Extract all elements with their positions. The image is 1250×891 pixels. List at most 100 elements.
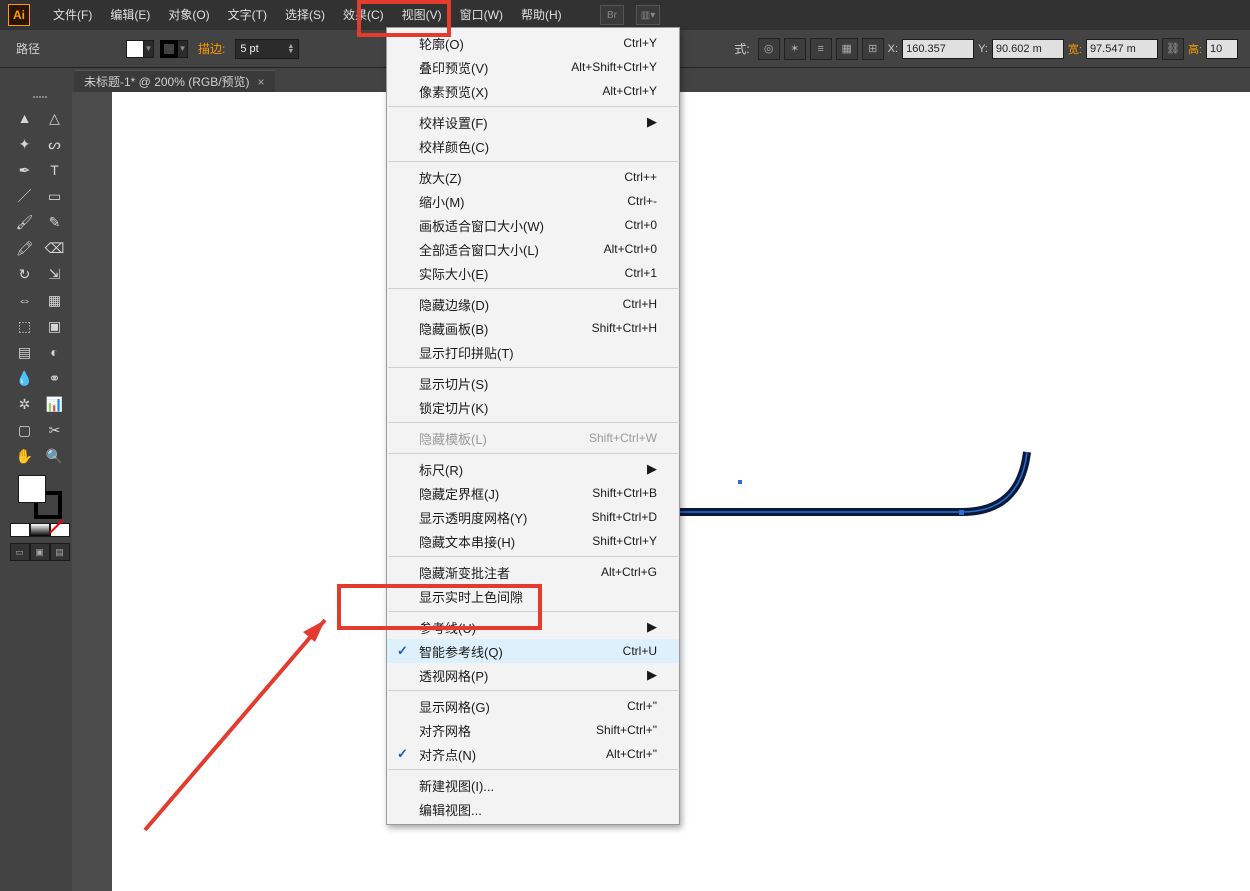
view-menu-item[interactable]: 显示透明度网格(Y)Shift+Ctrl+D [387, 505, 679, 529]
view-menu-item[interactable]: 显示实时上色间隙 [387, 584, 679, 608]
view-menu-item[interactable]: 显示网格(G)Ctrl+" [387, 694, 679, 718]
menu-object[interactable]: 对象(O) [159, 0, 218, 30]
rotate-tool[interactable]: ↻ [10, 261, 40, 287]
view-menu-item[interactable]: 透视网格(P) ▶ [387, 663, 679, 687]
menu-help[interactable]: 帮助(H) [512, 0, 571, 30]
view-menu-item[interactable]: ✓对齐点(N)Alt+Ctrl+" [387, 742, 679, 766]
view-menu-item[interactable]: 放大(Z)Ctrl++ [387, 165, 679, 189]
menu-edit[interactable]: 编辑(E) [101, 0, 159, 30]
view-menu-item[interactable]: 新建视图(I)... [387, 773, 679, 797]
arrange-button[interactable]: ▥▾ [636, 5, 660, 25]
eraser-tool[interactable]: ⌫ [40, 235, 70, 261]
transform-icon[interactable]: ▦ [836, 38, 858, 60]
view-menu-item[interactable]: 隐藏渐变批注者Alt+Ctrl+G [387, 560, 679, 584]
hand-tool[interactable]: ✋ [10, 443, 40, 469]
blend-tool[interactable]: ⚭ [40, 365, 70, 391]
view-menu-item[interactable]: 显示切片(S) [387, 371, 679, 395]
document-tab[interactable]: 未标题-1* @ 200% (RGB/预览) × [74, 70, 275, 92]
slice-tool[interactable]: ✂ [40, 417, 70, 443]
fill-stroke-control[interactable] [18, 475, 62, 519]
menu-select[interactable]: 选择(S) [276, 0, 334, 30]
submenu-arrow-icon: ▶ [647, 461, 657, 477]
submenu-arrow-icon: ▶ [647, 667, 657, 683]
screen-mode-row[interactable]: ▭▣▤ [10, 543, 70, 561]
view-menu-item[interactable]: 像素预览(X)Alt+Ctrl+Y [387, 79, 679, 103]
bridge-button[interactable]: Br [600, 5, 624, 25]
zoom-tool[interactable]: 🔍 [40, 443, 70, 469]
view-menu-item[interactable]: 隐藏文本串接(H)Shift+Ctrl+Y [387, 529, 679, 553]
direct-select-tool[interactable]: △ [40, 105, 70, 131]
lasso-tool[interactable]: ᔕ [40, 131, 70, 157]
view-menu-item[interactable]: 隐藏边缘(D)Ctrl+H [387, 292, 679, 316]
shape-builder-tool[interactable]: ⬚ [10, 313, 40, 339]
toolbox: ▲△✦ᔕ✒T／▭🖌✎🖍⌫↻⇲⇔▦⬚▣▤◐💧⚭✲📊▢✂✋🔍 ▭▣▤ [7, 92, 72, 891]
recolor-icon[interactable]: ✶ [784, 38, 806, 60]
view-menu-item[interactable]: 编辑视图... [387, 797, 679, 821]
menu-item-label: 缩小(M) [419, 192, 465, 211]
scale-tool[interactable]: ⇲ [40, 261, 70, 287]
color-mode-row[interactable] [10, 523, 70, 537]
x-field[interactable]: 160.357 [902, 39, 974, 59]
view-menu-item[interactable]: 锁定切片(K) [387, 395, 679, 419]
menu-file[interactable]: 文件(F) [44, 0, 101, 30]
menu-item-label: 隐藏文本串接(H) [419, 532, 515, 551]
stroke-swatch[interactable]: ▼ [160, 40, 188, 58]
menu-item-label: 编辑视图... [419, 800, 482, 819]
align-icon[interactable]: ≡ [810, 38, 832, 60]
view-menu-item[interactable]: 校样设置(F)▶ [387, 110, 679, 134]
view-menu-item[interactable]: 缩小(M) Ctrl+- [387, 189, 679, 213]
select-tool[interactable]: ▲ [10, 105, 40, 131]
pen-tool[interactable]: ✒ [10, 157, 40, 183]
opacity-icon[interactable]: ◎ [758, 38, 780, 60]
view-menu-item[interactable]: ✓智能参考线(Q)Ctrl+U [387, 639, 679, 663]
gradient-tool[interactable]: ◐ [40, 339, 70, 365]
view-menu-item[interactable]: 隐藏画板(B)Shift+Ctrl+H [387, 316, 679, 340]
view-menu-item[interactable]: 全部适合窗口大小(L)Alt+Ctrl+0 [387, 237, 679, 261]
view-menu-item[interactable]: 隐藏定界框(J)Shift+Ctrl+B [387, 481, 679, 505]
blob-brush-tool[interactable]: 🖍 [10, 235, 40, 261]
free-transform-tool[interactable]: ▦ [40, 287, 70, 313]
perspective-tool[interactable]: ▣ [40, 313, 70, 339]
menu-item-shortcut: Ctrl+- [627, 194, 657, 208]
menu-separator [388, 556, 678, 557]
menu-type[interactable]: 文字(T) [219, 0, 276, 30]
magic-wand-tool[interactable]: ✦ [10, 131, 40, 157]
menu-effect[interactable]: 效果(C) [334, 0, 393, 30]
artboard-tool[interactable]: ▢ [10, 417, 40, 443]
eyedropper-tool[interactable]: 💧 [10, 365, 40, 391]
view-menu-item[interactable]: 画板适合窗口大小(W)Ctrl+0 [387, 213, 679, 237]
y-field[interactable]: 90.602 m [992, 39, 1064, 59]
menu-window[interactable]: 窗口(W) [451, 0, 512, 30]
link-wh-icon[interactable]: ⛓ [1162, 38, 1184, 60]
close-tab-icon[interactable]: × [258, 75, 265, 89]
line-tool[interactable]: ／ [10, 183, 40, 209]
mesh-tool[interactable]: ▤ [10, 339, 40, 365]
pencil-tool[interactable]: ✎ [40, 209, 70, 235]
view-menu-item[interactable]: 对齐网格Shift+Ctrl+" [387, 718, 679, 742]
menu-view[interactable]: 视图(V) [393, 0, 451, 30]
h-field[interactable]: 10 [1206, 39, 1238, 59]
view-menu-item[interactable]: 参考线(U)▶ [387, 615, 679, 639]
menu-item-shortcut: Alt+Ctrl+G [601, 565, 657, 579]
graph-tool[interactable]: 📊 [40, 391, 70, 417]
view-menu-item[interactable]: 标尺(R)▶ [387, 457, 679, 481]
h-label: 高: [1188, 41, 1202, 57]
stroke-weight-field[interactable]: 5 pt▲▼ [235, 39, 299, 59]
w-field[interactable]: 97.547 m [1086, 39, 1158, 59]
menu-item-label: 智能参考线(Q) [419, 642, 503, 661]
symbol-sprayer-tool[interactable]: ✲ [10, 391, 40, 417]
menu-item-shortcut: Shift+Ctrl+H [592, 321, 657, 335]
fill-swatch[interactable]: ▼ [126, 40, 154, 58]
reference-point-icon[interactable]: ⊞ [862, 38, 884, 60]
view-menu-item[interactable]: 显示打印拼贴(T) [387, 340, 679, 364]
menu-separator [388, 422, 678, 423]
type-tool[interactable]: T [40, 157, 70, 183]
rectangle-tool[interactable]: ▭ [40, 183, 70, 209]
view-menu-item[interactable]: 轮廓(O)Ctrl+Y [387, 31, 679, 55]
brush-tool[interactable]: 🖌 [10, 209, 40, 235]
menu-item-label: 透视网格(P) [419, 666, 488, 685]
width-tool[interactable]: ⇔ [10, 287, 40, 313]
view-menu-item[interactable]: 叠印预览(V)Alt+Shift+Ctrl+Y [387, 55, 679, 79]
view-menu-item[interactable]: 校样颜色(C) [387, 134, 679, 158]
view-menu-item[interactable]: 实际大小(E)Ctrl+1 [387, 261, 679, 285]
